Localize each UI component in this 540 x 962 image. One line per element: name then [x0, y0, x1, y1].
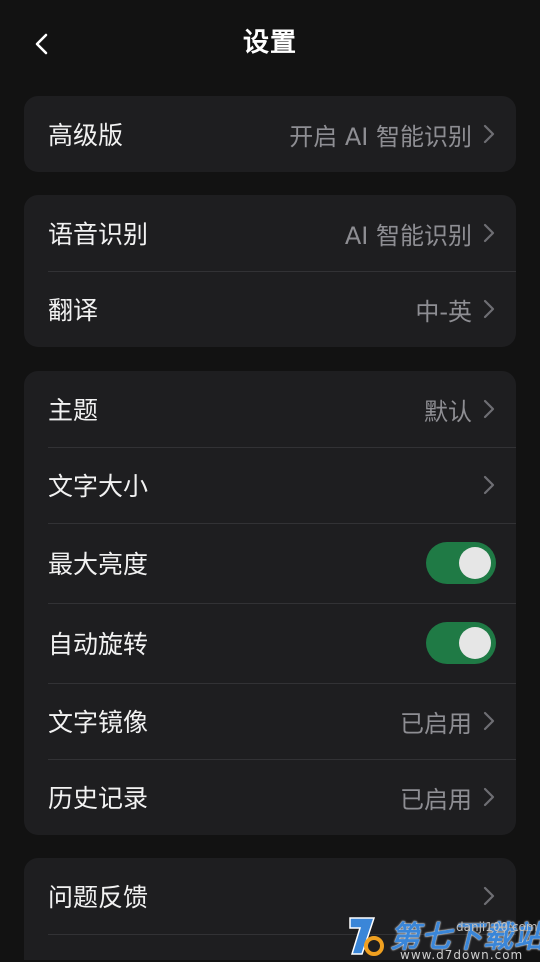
row-label: 文字镜像	[48, 708, 149, 737]
row-label: 文字大小	[48, 472, 149, 501]
chevron-right-icon	[482, 398, 496, 420]
speech-card: 语音识别 AI 智能识别 翻译 中-英	[24, 195, 516, 347]
row-value: 开启 AI 智能识别	[289, 122, 472, 151]
chevron-right-icon	[482, 123, 496, 145]
row-text-mirror[interactable]: 文字镜像 已启用	[24, 683, 516, 759]
row-value: 中-英	[415, 297, 472, 326]
chevron-right-icon	[482, 786, 496, 808]
chevron-right-icon	[482, 474, 496, 496]
row-label: 历史记录	[48, 784, 149, 813]
row-label: 问题反馈	[48, 883, 149, 912]
auto-rotate-toggle[interactable]	[426, 622, 496, 664]
premium-card: 高级版 开启 AI 智能识别	[24, 96, 516, 172]
row-value: AI 智能识别	[344, 221, 472, 250]
row-font-size[interactable]: 文字大小	[24, 447, 516, 523]
toggle-knob	[459, 547, 491, 579]
row-label: 语音识别	[48, 220, 149, 249]
row-label: 自动旋转	[48, 630, 149, 659]
row-max-brightness: 最大亮度	[24, 523, 516, 603]
row-label: 高级版	[48, 121, 124, 150]
row-auto-rotate: 自动旋转	[24, 603, 516, 683]
row-value: 默认	[424, 397, 472, 426]
row-history[interactable]: 历史记录 已启用	[24, 759, 516, 835]
max-brightness-toggle[interactable]	[426, 542, 496, 584]
watermark-sub: danji100.com	[456, 920, 538, 934]
header: 设置	[0, 0, 540, 86]
page-title: 设置	[242, 28, 297, 58]
chevron-right-icon	[482, 222, 496, 244]
chevron-right-icon	[482, 885, 496, 907]
d7down-logo-icon	[349, 917, 384, 956]
display-card: 主题 默认 文字大小 最大亮度 自动旋转 文字镜像 已启用 历史记录 已启用	[24, 371, 516, 835]
row-theme[interactable]: 主题 默认	[24, 371, 516, 447]
row-value: 已启用	[400, 709, 472, 738]
watermark: 第七下载站 danji100.com www.d7down.com	[344, 912, 540, 962]
row-speech-recognition[interactable]: 语音识别 AI 智能识别	[24, 195, 516, 271]
toggle-knob	[459, 627, 491, 659]
row-value: 已启用	[400, 785, 472, 814]
row-translate[interactable]: 翻译 中-英	[24, 271, 516, 347]
chevron-right-icon	[482, 298, 496, 320]
row-label: 主题	[48, 396, 99, 425]
chevron-right-icon	[482, 710, 496, 732]
row-label: 翻译	[48, 296, 99, 325]
row-premium[interactable]: 高级版 开启 AI 智能识别	[24, 96, 516, 172]
row-label: 最大亮度	[48, 550, 149, 579]
